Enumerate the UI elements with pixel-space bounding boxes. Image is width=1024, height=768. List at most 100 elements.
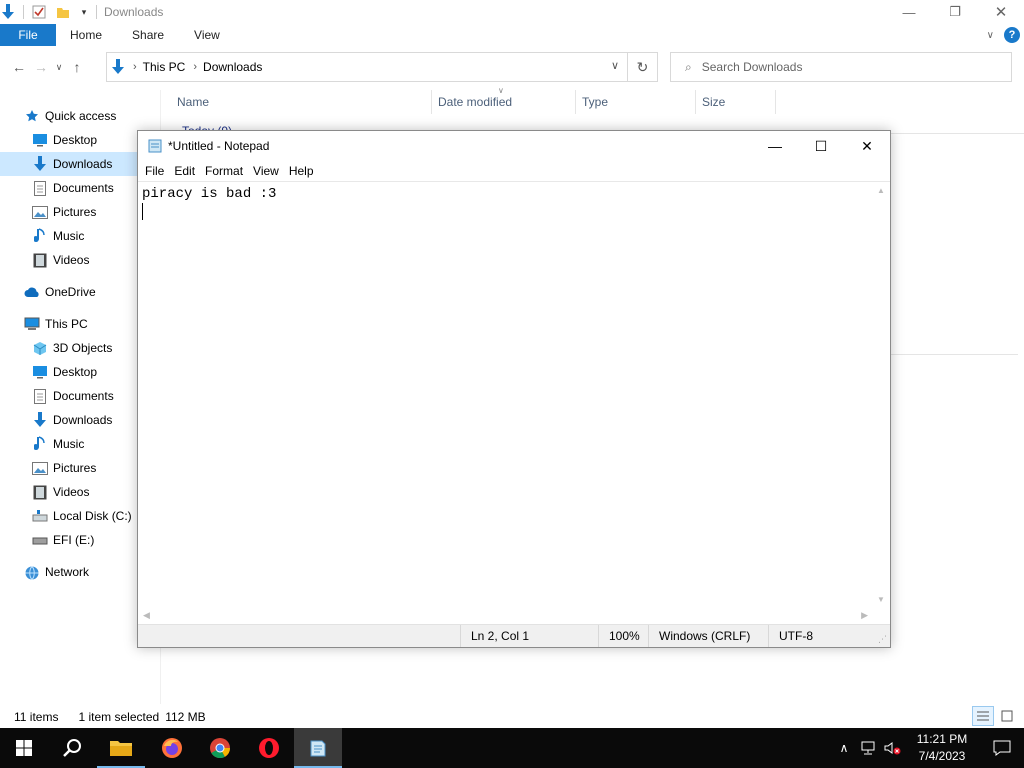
up-button[interactable]: ↑ — [66, 56, 88, 78]
sidebar-item-efi[interactable]: EFI (E:) — [0, 528, 160, 552]
new-folder-icon[interactable] — [55, 4, 71, 20]
sidebar-item-desktop[interactable]: Desktop — [0, 360, 160, 384]
sidebar-item-3d-objects[interactable]: 3D Objects — [0, 336, 160, 360]
scroll-right-icon[interactable]: ▶ — [861, 610, 868, 621]
properties-icon[interactable] — [31, 4, 47, 20]
notepad-window: *Untitled - Notepad — ☐ ✕ File Edit Form… — [137, 130, 891, 648]
back-button[interactable]: ← — [8, 56, 30, 78]
show-hidden-icons-icon[interactable]: ∧ — [832, 741, 856, 755]
horizontal-scrollbar[interactable]: ◀ ▶ — [138, 607, 873, 624]
scroll-left-icon[interactable]: ◀ — [143, 610, 150, 621]
column-name[interactable]: Name — [177, 90, 209, 114]
notifications-icon[interactable] — [980, 740, 1024, 756]
opera-icon[interactable] — [245, 728, 293, 768]
customize-quick-access-icon[interactable]: ▾ — [79, 4, 89, 20]
menu-help[interactable]: Help — [284, 164, 319, 178]
zoom-level: 100% — [598, 625, 648, 647]
tab-file[interactable]: File — [0, 24, 56, 46]
menu-file[interactable]: File — [140, 164, 169, 178]
sidebar-item-videos[interactable]: Videos — [0, 480, 160, 504]
minimize-button[interactable]: — — [886, 0, 932, 24]
file-explorer-icon[interactable] — [97, 728, 145, 768]
column-size[interactable]: Size — [702, 90, 725, 114]
forward-button[interactable]: → — [30, 56, 52, 78]
sidebar-item-documents[interactable]: Documents — [0, 384, 160, 408]
details-view-icon[interactable] — [972, 706, 994, 726]
volume-muted-icon[interactable] — [880, 741, 904, 755]
clock-time: 11:21 PM — [916, 732, 968, 746]
sidebar-item-local-disk[interactable]: Local Disk (C:) — [0, 504, 160, 528]
minimize-button[interactable]: — — [752, 131, 798, 161]
column-type[interactable]: Type — [582, 90, 608, 114]
chevron-right-icon[interactable]: › — [133, 61, 137, 73]
refresh-button[interactable]: ↻ — [627, 53, 657, 81]
expand-ribbon-icon[interactable]: ∨ — [987, 30, 994, 41]
cloud-icon — [24, 284, 40, 300]
notepad-icon — [148, 139, 162, 153]
sidebar-item-label: Desktop — [53, 365, 98, 379]
chevron-right-icon[interactable]: › — [193, 61, 197, 73]
vertical-scrollbar[interactable]: ▲ ▼ — [873, 182, 890, 608]
breadcrumb-downloads[interactable]: Downloads — [203, 60, 262, 74]
maximize-button[interactable]: ☐ — [798, 131, 844, 161]
search-icon[interactable] — [48, 728, 96, 768]
sidebar-item-onedrive[interactable]: OneDrive — [0, 280, 160, 304]
sidebar-item-quick-access[interactable]: Quick access — [0, 104, 160, 128]
clock[interactable]: 11:21 PM 7/4/2023 — [904, 731, 980, 765]
window-title: Downloads — [104, 5, 164, 19]
downloads-arrow-icon[interactable] — [0, 4, 16, 20]
tab-share[interactable]: Share — [117, 24, 179, 46]
large-icons-view-icon[interactable] — [996, 706, 1018, 726]
explorer-titlebar: ▾ Downloads — ❐ ✕ — [0, 0, 1024, 24]
sidebar-item-music[interactable]: Music — [0, 432, 160, 456]
sidebar-item-music[interactable]: Music — [0, 224, 160, 248]
menu-format[interactable]: Format — [200, 164, 248, 178]
sidebar-item-downloads[interactable]: Downloads — [0, 152, 160, 176]
sidebar-item-label: 3D Objects — [53, 341, 113, 355]
menu-edit[interactable]: Edit — [169, 164, 200, 178]
sidebar-item-documents[interactable]: Documents — [0, 176, 160, 200]
divider — [431, 90, 432, 114]
recent-locations-button[interactable]: ∨ — [52, 56, 66, 78]
notepad-status-bar: Ln 2, Col 1 100% Windows (CRLF) UTF-8 ⋰ — [138, 624, 890, 647]
sidebar-item-label: Pictures — [53, 461, 97, 475]
firefox-icon[interactable] — [148, 728, 196, 768]
help-icon[interactable]: ? — [1004, 27, 1020, 43]
sidebar-item-desktop[interactable]: Desktop — [0, 128, 160, 152]
tab-home[interactable]: Home — [56, 24, 117, 46]
scroll-up-icon[interactable]: ▲ — [877, 186, 885, 195]
clock-date: 7/4/2023 — [918, 749, 966, 763]
search-box[interactable]: ⌕ Search Downloads — [670, 52, 1012, 82]
notepad-text-area[interactable]: piracy is bad :3 ▲ ▼ ◀ ▶ — [138, 181, 890, 624]
address-bar[interactable]: › This PC › Downloads ∨ ↻ — [106, 52, 658, 82]
sidebar-item-downloads[interactable]: Downloads — [0, 408, 160, 432]
address-dropdown-icon[interactable]: ∨ — [611, 59, 619, 72]
start-icon[interactable] — [0, 728, 48, 768]
breadcrumb-this-pc[interactable]: This PC — [143, 60, 186, 74]
drive-icon — [32, 532, 48, 548]
sidebar-item-network[interactable]: Network — [0, 560, 160, 584]
resize-grip-icon[interactable]: ⋰ — [878, 634, 887, 645]
search-placeholder: Search Downloads — [701, 60, 803, 74]
divider — [775, 90, 776, 114]
pictures-icon — [32, 460, 48, 476]
notepad-icon[interactable] — [294, 728, 342, 768]
tab-view[interactable]: View — [179, 24, 235, 46]
divider — [890, 133, 1024, 134]
scroll-down-icon[interactable]: ▼ — [877, 595, 885, 604]
close-button[interactable]: ✕ — [844, 131, 890, 161]
sidebar-item-pictures[interactable]: Pictures — [0, 456, 160, 480]
sidebar-item-this-pc[interactable]: This PC — [0, 312, 160, 336]
restore-button[interactable]: ❐ — [932, 0, 978, 24]
3d-objects-icon — [32, 340, 48, 356]
text-caret — [142, 203, 143, 220]
ribbon-tabs: File Home Share View — [0, 24, 1024, 46]
chrome-icon[interactable] — [196, 728, 244, 768]
sidebar-item-videos[interactable]: Videos — [0, 248, 160, 272]
notepad-text-content[interactable]: piracy is bad :3 — [142, 185, 276, 203]
close-button[interactable]: ✕ — [978, 0, 1024, 24]
search-icon: ⌕ — [685, 59, 692, 74]
sidebar-item-pictures[interactable]: Pictures — [0, 200, 160, 224]
network-status-icon[interactable] — [856, 741, 880, 755]
menu-view[interactable]: View — [248, 164, 284, 178]
